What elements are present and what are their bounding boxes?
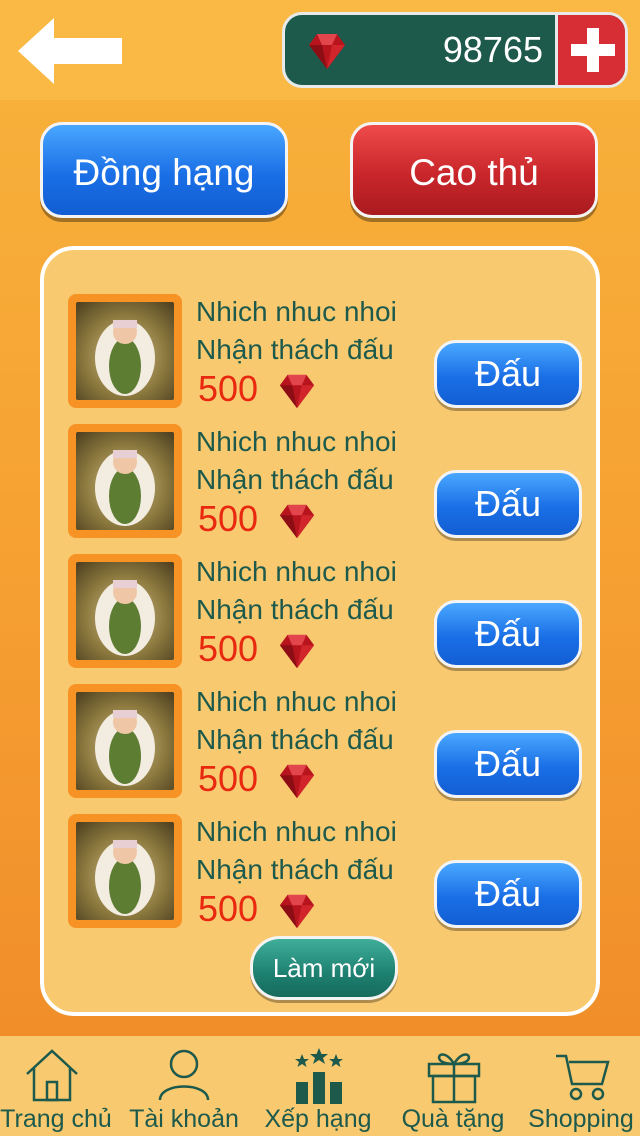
ruby-icon <box>279 504 315 539</box>
gem-count: 98765 <box>442 29 543 70</box>
avatar <box>76 302 174 400</box>
fight-button[interactable]: Đấu <box>434 340 582 408</box>
nav-shopping[interactable]: Shopping <box>522 1036 640 1136</box>
nav-ranking[interactable]: Xếp hạng <box>258 1036 378 1136</box>
opponent-status: Nhận thách đấu <box>196 464 394 495</box>
opponent-list-panel: Nhich nhuc nhoi Nhận thách đấu 500 Đấu N… <box>40 246 600 1016</box>
back-button[interactable] <box>16 16 126 86</box>
ruby-icon <box>279 894 315 929</box>
opponent-row: Nhich nhuc nhoi Nhận thách đấu 500 Đấu <box>68 294 588 412</box>
nav-gifts[interactable]: Quà tặng <box>394 1036 512 1136</box>
avatar <box>76 562 174 660</box>
opponent-row: Nhich nhuc nhoi Nhận thách đấu 500 Đấu <box>68 554 588 672</box>
nav-label: Trang chủ <box>0 1105 112 1133</box>
avatar-frame <box>68 554 182 668</box>
avatar-frame <box>68 294 182 408</box>
nav-label: Quà tặng <box>401 1105 505 1133</box>
ruby-icon <box>279 374 315 409</box>
opponent-row: Nhich nhuc nhoi Nhận thách đấu 500 Đấu <box>68 814 588 932</box>
avatar <box>76 692 174 790</box>
top-bar: 98765 <box>0 0 640 100</box>
arrow-left-icon <box>18 18 122 84</box>
nav-account[interactable]: Tài khoản <box>126 1036 242 1136</box>
opponent-row: Nhich nhuc nhoi Nhận thách đấu 500 Đấu <box>68 424 588 542</box>
cart-icon <box>556 1054 610 1101</box>
ranking-icon <box>295 1048 343 1104</box>
ruby-icon <box>279 764 315 799</box>
gem-balance: 98765 <box>282 12 628 88</box>
opponent-points: 500 <box>198 628 259 669</box>
gift-icon <box>427 1053 481 1104</box>
avatar-frame <box>68 424 182 538</box>
nav-label: Tài khoản <box>129 1105 239 1133</box>
refresh-button[interactable]: Làm mới <box>250 936 398 1000</box>
add-gems-button[interactable] <box>555 15 625 85</box>
ruby-icon <box>309 34 345 69</box>
opponent-points: 500 <box>198 888 259 929</box>
opponent-status: Nhận thách đấu <box>196 334 394 365</box>
opponent-status: Nhận thách đấu <box>196 594 394 625</box>
opponent-points: 500 <box>198 498 259 539</box>
opponent-points: 500 <box>198 758 259 799</box>
opponent-row: Nhich nhuc nhoi Nhận thách đấu 500 Đấu <box>68 684 588 802</box>
avatar <box>76 822 174 920</box>
fight-button[interactable]: Đấu <box>434 600 582 668</box>
fight-button[interactable]: Đấu <box>434 730 582 798</box>
opponent-name: Nhich nhuc nhoi <box>196 296 397 327</box>
opponent-name: Nhich nhuc nhoi <box>196 686 397 717</box>
nav-label: Shopping <box>528 1105 634 1133</box>
opponent-name: Nhich nhuc nhoi <box>196 426 397 457</box>
fight-button[interactable]: Đấu <box>434 860 582 928</box>
bottom-nav: Trang chủ Tài khoản Xếp hạng Quà tặng Sh… <box>0 1036 640 1136</box>
master-mode-button[interactable]: Cao thủ <box>350 122 598 218</box>
home-icon <box>26 1049 78 1102</box>
avatar <box>76 432 174 530</box>
nav-label: Xếp hạng <box>264 1105 372 1133</box>
opponent-points: 500 <box>198 368 259 409</box>
opponent-name: Nhich nhuc nhoi <box>196 556 397 587</box>
ruby-icon <box>279 634 315 669</box>
nav-home[interactable]: Trang chủ <box>0 1036 112 1136</box>
user-icon <box>158 1049 210 1101</box>
avatar-frame <box>68 814 182 928</box>
opponent-name: Nhich nhuc nhoi <box>196 816 397 847</box>
fight-button[interactable]: Đấu <box>434 470 582 538</box>
opponent-status: Nhận thách đấu <box>196 724 394 755</box>
avatar-frame <box>68 684 182 798</box>
opponent-status: Nhận thách đấu <box>196 854 394 885</box>
rank-mode-button[interactable]: Đồng hạng <box>40 122 288 218</box>
